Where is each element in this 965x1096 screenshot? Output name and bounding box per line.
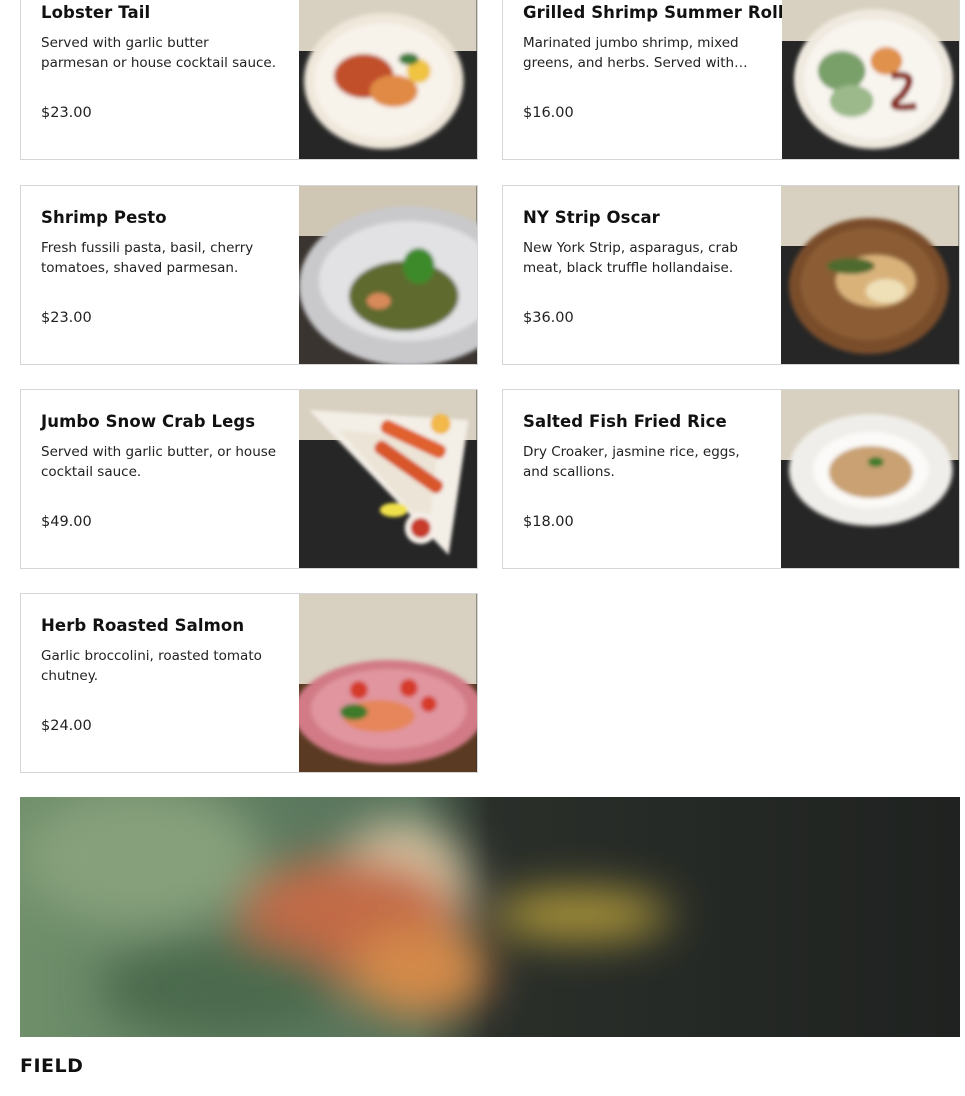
menu-item-price: $23.00 xyxy=(41,105,92,121)
menu-item-name: Grilled Shrimp Summer Roll xyxy=(523,3,784,22)
salmon-photo xyxy=(299,594,477,772)
menu-item-shrimp-pesto[interactable]: Shrimp Pesto Fresh fussili pasta, basil,… xyxy=(20,185,478,365)
fried-rice-photo xyxy=(781,390,959,568)
menu-item-description: Dry Croaker, jasmine rice, eggs, and sca… xyxy=(523,444,740,480)
menu-item-price: $18.00 xyxy=(523,514,574,530)
menu-item-description: Served with garlic butter, or house cock… xyxy=(41,444,277,480)
menu-item-name: NY Strip Oscar xyxy=(523,208,660,227)
menu-item-name: Lobster Tail xyxy=(41,3,151,22)
menu-item-price: $49.00 xyxy=(41,514,92,530)
menu-item-text: NY Strip Oscar New York Strip, asparagus… xyxy=(503,186,781,364)
menu-item-herb-roasted-salmon[interactable]: Herb Roasted Salmon Garlic broccolini, r… xyxy=(20,593,478,773)
snow-crab-legs-photo xyxy=(299,390,477,568)
menu-item-salted-fish-fried-rice[interactable]: Salted Fish Fried Rice Dry Croaker, jasm… xyxy=(502,389,960,569)
menu-item-grilled-shrimp-summer-roll[interactable]: Grilled Shrimp Summer Roll Marinated jum… xyxy=(502,0,960,160)
menu-item-text: Grilled Shrimp Summer Roll Marinated jum… xyxy=(503,0,784,159)
menu-item-description: Fresh fussili pasta, basil, cherry tomat… xyxy=(41,240,254,276)
menu-item-name: Herb Roasted Salmon xyxy=(41,616,245,635)
menu-item-price: $36.00 xyxy=(523,310,574,326)
menu-item-name: Shrimp Pesto xyxy=(41,208,167,227)
menu-item-price: $16.00 xyxy=(523,105,574,121)
section-title: FIELD xyxy=(20,1055,84,1077)
menu-item-price: $23.00 xyxy=(41,310,92,326)
menu-item-description: Marinated jumbo shrimp, mixed greens, an… xyxy=(523,35,739,71)
section-banner-image xyxy=(20,797,960,1037)
summer-roll-photo xyxy=(782,0,959,159)
menu-item-ny-strip-oscar[interactable]: NY Strip Oscar New York Strip, asparagus… xyxy=(502,185,960,365)
menu-item-description: Served with garlic butter parmesan or ho… xyxy=(41,35,277,71)
menu-item-price: $24.00 xyxy=(41,718,92,734)
menu-item-name: Jumbo Snow Crab Legs xyxy=(41,412,256,431)
menu-item-description: Garlic broccolini, roasted tomato chutne… xyxy=(41,648,262,684)
menu-item-lobster-tail[interactable]: Lobster Tail Served with garlic butter p… xyxy=(20,0,478,160)
ny-strip-oscar-photo xyxy=(781,186,959,364)
menu-item-name: Salted Fish Fried Rice xyxy=(523,412,727,431)
menu-item-jumbo-snow-crab-legs[interactable]: Jumbo Snow Crab Legs Served with garlic … xyxy=(20,389,478,569)
menu-item-text: Jumbo Snow Crab Legs Served with garlic … xyxy=(21,390,299,568)
menu-item-text: Lobster Tail Served with garlic butter p… xyxy=(21,0,299,159)
menu-item-text: Shrimp Pesto Fresh fussili pasta, basil,… xyxy=(21,186,299,364)
shrimp-pesto-photo xyxy=(299,186,477,364)
menu-item-description: New York Strip, asparagus, crab meat, bl… xyxy=(523,240,738,276)
menu-item-text: Salted Fish Fried Rice Dry Croaker, jasm… xyxy=(503,390,781,568)
lobster-tail-photo xyxy=(299,0,477,159)
menu-item-text: Herb Roasted Salmon Garlic broccolini, r… xyxy=(21,594,299,772)
